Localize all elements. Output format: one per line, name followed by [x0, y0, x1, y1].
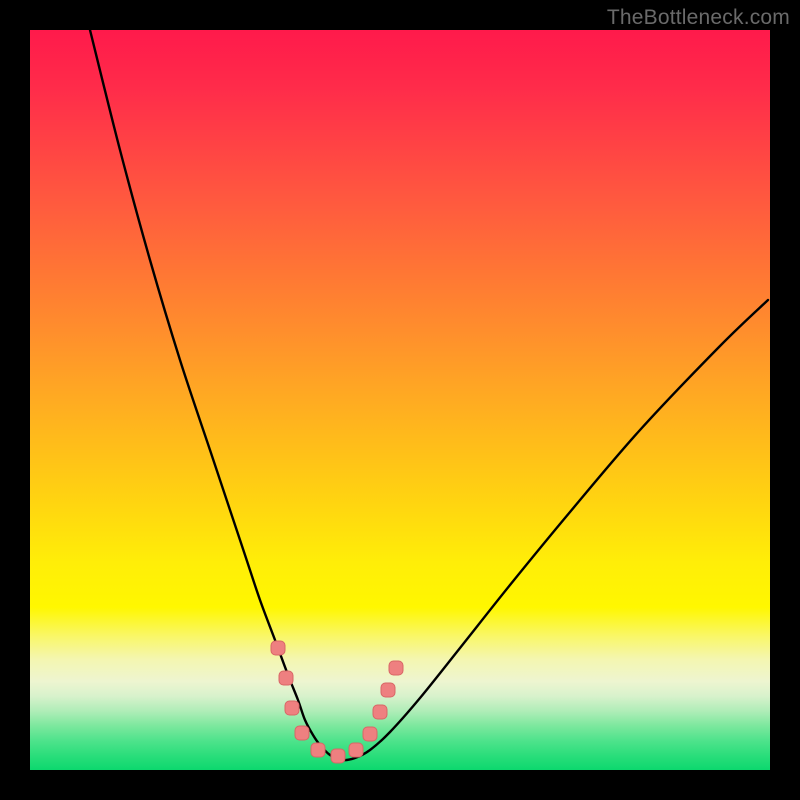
curve-marker	[271, 641, 285, 655]
curve-marker	[285, 701, 299, 715]
watermark-text: TheBottleneck.com	[607, 6, 790, 30]
chart-plot-area	[30, 30, 770, 770]
outer-frame: TheBottleneck.com	[0, 0, 800, 800]
marker-group	[271, 641, 403, 763]
curve-marker	[363, 727, 377, 741]
curve-marker	[331, 749, 345, 763]
curve-marker	[279, 671, 293, 685]
curve-marker	[373, 705, 387, 719]
curve-marker	[295, 726, 309, 740]
curve-marker	[389, 661, 403, 675]
curve-marker	[349, 743, 363, 757]
bottleneck-curve-path	[90, 30, 768, 760]
bottleneck-curve-svg	[30, 30, 770, 770]
curve-marker	[311, 743, 325, 757]
curve-marker	[381, 683, 395, 697]
